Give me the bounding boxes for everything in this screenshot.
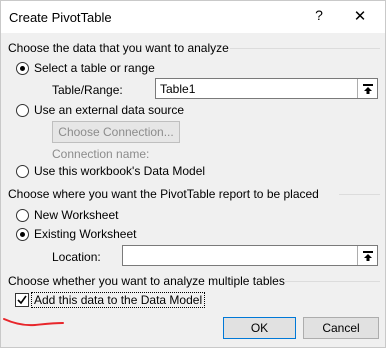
ok-button[interactable]: OK — [223, 317, 296, 339]
existing-worksheet-radio[interactable]: Existing Worksheet — [16, 226, 137, 242]
placement-heading: Choose where you want the PivotTable rep… — [8, 187, 319, 201]
data-source-heading: Choose the data that you want to analyze — [8, 41, 229, 55]
multiple-tables-heading: Choose whether you want to analyze multi… — [8, 274, 285, 288]
location-label: Location: — [52, 250, 101, 264]
section-divider — [230, 48, 380, 49]
connection-name-label: Connection name: — [52, 147, 150, 161]
external-data-source-label: Use an external data source — [34, 103, 185, 117]
radio-indicator — [16, 164, 29, 178]
dialog-title: Create PivotTable — [9, 10, 112, 25]
table-range-label: Table/Range: — [52, 83, 123, 97]
table-range-collapse-button[interactable] — [357, 79, 377, 98]
new-worksheet-label: New Worksheet — [34, 208, 119, 222]
table-range-value: Table1 — [160, 82, 196, 96]
existing-worksheet-label: Existing Worksheet — [34, 227, 137, 241]
location-input[interactable] — [122, 245, 378, 266]
collapse-arrow-icon — [362, 83, 373, 94]
radio-indicator — [16, 208, 29, 222]
title-bar: Create PivotTable ? ✕ — [1, 1, 385, 33]
radio-indicator — [16, 61, 29, 75]
external-data-source-radio[interactable]: Use an external data source — [16, 102, 184, 118]
cancel-button[interactable]: Cancel — [303, 317, 379, 339]
select-table-range-radio[interactable]: Select a table or range — [16, 60, 155, 76]
radio-indicator — [16, 103, 29, 117]
collapse-arrow-icon — [362, 250, 373, 261]
add-to-data-model-label[interactable]: Add this data to the Data Model — [31, 292, 206, 308]
select-table-range-label: Select a table or range — [34, 61, 155, 75]
help-icon[interactable]: ? — [310, 7, 328, 27]
location-collapse-button[interactable] — [357, 246, 377, 265]
add-to-data-model-checkbox[interactable] — [15, 293, 29, 307]
close-icon[interactable]: ✕ — [351, 7, 369, 27]
create-pivottable-dialog: Create PivotTable ? ✕ Choose the data th… — [0, 0, 386, 348]
workbook-data-model-label: Use this workbook's Data Model — [34, 164, 206, 178]
table-range-input[interactable]: Table1 — [155, 78, 378, 99]
choose-connection-button[interactable]: Choose Connection... — [52, 121, 180, 143]
section-divider — [285, 281, 380, 282]
section-divider — [339, 194, 380, 195]
radio-indicator — [16, 227, 29, 241]
red-annotation-mark — [3, 318, 64, 327]
checkmark-icon — [17, 295, 27, 305]
workbook-data-model-radio[interactable]: Use this workbook's Data Model — [16, 163, 205, 179]
new-worksheet-radio[interactable]: New Worksheet — [16, 207, 118, 223]
